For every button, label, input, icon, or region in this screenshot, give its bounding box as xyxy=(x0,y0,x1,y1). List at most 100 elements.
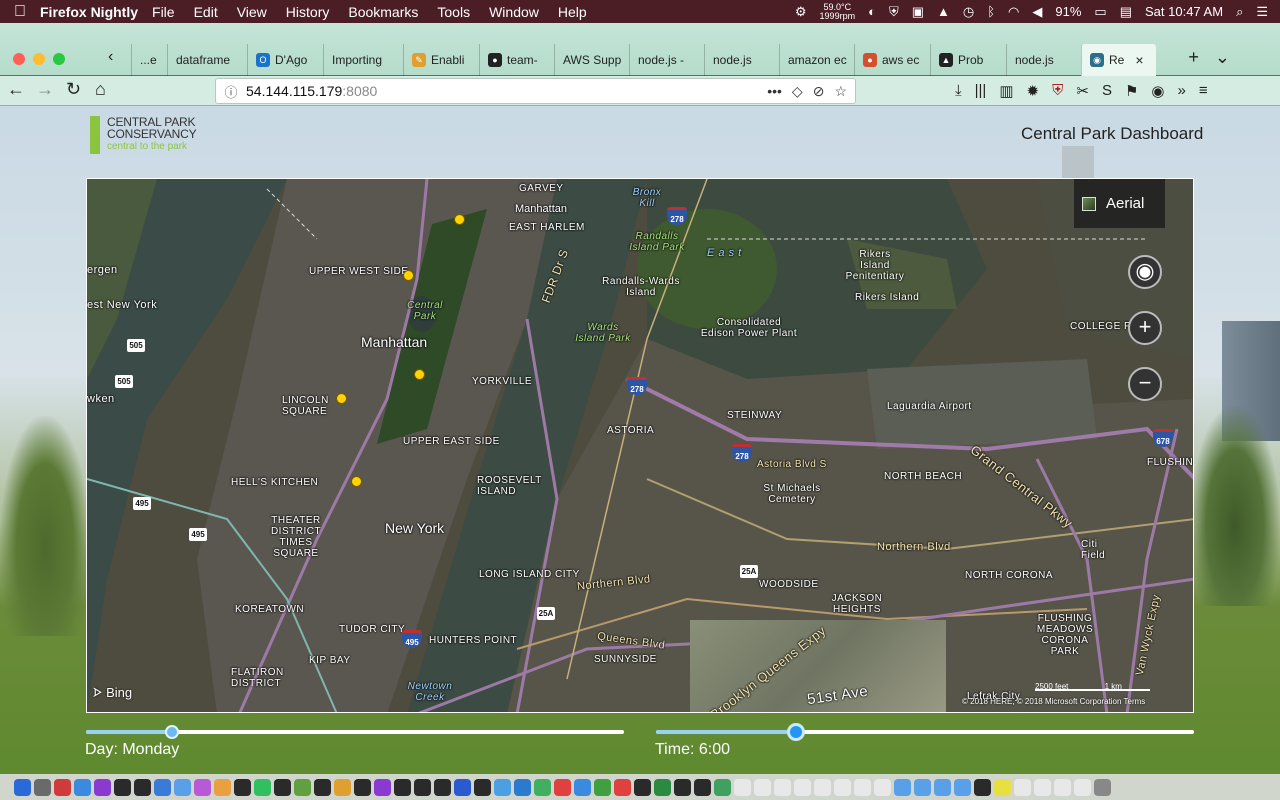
menu-view[interactable]: View xyxy=(237,4,267,20)
cpu-monitor-icon[interactable]: ⚙ xyxy=(795,4,807,20)
dock-app-icon[interactable] xyxy=(254,778,271,796)
dock-app-icon[interactable] xyxy=(854,778,871,796)
dock-app-icon[interactable] xyxy=(374,778,391,796)
bluetooth-icon[interactable]: ᛒ xyxy=(987,4,995,19)
extension-badge-icon[interactable]: ⚑ xyxy=(1125,82,1138,100)
dock-app-icon[interactable] xyxy=(1014,778,1031,796)
menu-bookmarks[interactable]: Bookmarks xyxy=(348,4,418,20)
tab-close-icon[interactable]: × xyxy=(1135,52,1143,68)
sensor-pin[interactable] xyxy=(454,214,465,225)
dock-app-icon[interactable] xyxy=(654,778,671,796)
dock-app-icon[interactable] xyxy=(354,778,371,796)
menu-tools[interactable]: Tools xyxy=(437,4,470,20)
new-tab-icon[interactable]: + xyxy=(1188,47,1199,68)
dock-app-icon[interactable] xyxy=(734,778,751,796)
notification-center-icon[interactable]: ☰ xyxy=(1256,4,1268,20)
dock-app-icon[interactable] xyxy=(314,778,331,796)
dock-app-icon[interactable] xyxy=(134,778,151,796)
battery-percent[interactable]: 91% xyxy=(1055,4,1081,19)
docker-icon[interactable]: ▣ xyxy=(912,4,924,20)
spotlight-search-icon[interactable]: ⌕ xyxy=(1236,4,1243,20)
tab[interactable]: ◉ Re × xyxy=(1081,44,1156,76)
dock-app-icon[interactable] xyxy=(634,778,651,796)
pocket-icon[interactable]: ◇ xyxy=(792,83,803,100)
dock-app-icon[interactable] xyxy=(1034,778,1051,796)
dock-app-icon[interactable] xyxy=(754,778,771,796)
tab[interactable]: ● team- xyxy=(479,44,554,76)
dock-app-icon[interactable] xyxy=(434,778,451,796)
dock-app-icon[interactable] xyxy=(934,778,951,796)
dock-app-icon[interactable] xyxy=(994,778,1011,796)
sidebar-icon[interactable]: ▥ xyxy=(999,82,1013,100)
library-icon[interactable]: ||| xyxy=(975,82,987,100)
dock-app-icon[interactable] xyxy=(514,778,531,796)
menu-edit[interactable]: Edit xyxy=(194,4,218,20)
dock-app-icon[interactable] xyxy=(274,778,291,796)
dock-app-icon[interactable] xyxy=(14,778,31,796)
dock-app-icon[interactable] xyxy=(194,778,211,796)
tracking-icon[interactable]: ⊘ xyxy=(813,83,825,100)
tab[interactable]: node.js xyxy=(704,44,779,76)
battery-icon[interactable]: ▭ xyxy=(1094,4,1106,20)
page-actions-icon[interactable]: ••• xyxy=(767,83,782,100)
dock-app-icon[interactable] xyxy=(54,778,71,796)
volume-icon[interactable]: ◀ xyxy=(1032,4,1042,20)
tab[interactable]: ● aws ec xyxy=(854,44,930,76)
tab[interactable]: O D'Ago xyxy=(247,44,323,76)
dock-app-icon[interactable] xyxy=(974,778,991,796)
tab[interactable]: ▲ Prob xyxy=(930,44,1006,76)
dock-app-icon[interactable] xyxy=(334,778,351,796)
sensor-pin[interactable] xyxy=(414,369,425,380)
dock-app-icon[interactable] xyxy=(294,778,311,796)
dock-app-icon[interactable] xyxy=(454,778,471,796)
dock-app-icon[interactable] xyxy=(554,778,571,796)
dock-app-icon[interactable] xyxy=(794,778,811,796)
tab-list-chevron-icon[interactable]: ⌄ xyxy=(1215,47,1230,68)
dock-app-icon[interactable] xyxy=(474,778,491,796)
map-copyright[interactable]: © 2018 HERE, © 2018 Microsoft Corporatio… xyxy=(962,697,1145,706)
hamburger-menu-icon[interactable]: ≡ xyxy=(1199,82,1208,100)
downloads-icon[interactable]: ⤓ xyxy=(955,82,962,100)
status-icon[interactable]: ◐ xyxy=(868,4,876,19)
menu-window[interactable]: Window xyxy=(489,4,539,20)
dock-app-icon[interactable] xyxy=(1074,778,1091,796)
temperature-readout[interactable]: 59.0°C 1999rpm xyxy=(820,2,856,21)
dock-app-icon[interactable] xyxy=(814,778,831,796)
zoom-in-button[interactable]: + xyxy=(1128,311,1162,345)
dock-app-icon[interactable] xyxy=(114,778,131,796)
dock-app-icon[interactable] xyxy=(154,778,171,796)
minimize-window-button[interactable] xyxy=(33,53,45,65)
s-extension-icon[interactable]: S xyxy=(1102,82,1112,100)
zoom-window-button[interactable] xyxy=(53,53,65,65)
time-machine-icon[interactable]: ◷ xyxy=(963,4,974,20)
dock-app-icon[interactable] xyxy=(174,778,191,796)
dock-app-icon[interactable] xyxy=(774,778,791,796)
bookmark-star-icon[interactable]: ☆ xyxy=(834,83,847,100)
tab[interactable]: amazon ec xyxy=(779,44,854,76)
dock-app-icon[interactable] xyxy=(834,778,851,796)
tab[interactable]: dataframe xyxy=(167,44,247,76)
close-window-button[interactable] xyxy=(13,53,25,65)
overflow-chevron-icon[interactable]: » xyxy=(1178,82,1186,100)
tab[interactable]: AWS Supp xyxy=(554,44,629,76)
back-arrow-icon[interactable]: ← xyxy=(7,79,25,100)
dock-app-icon[interactable] xyxy=(1094,778,1111,796)
dock-app-icon[interactable] xyxy=(674,778,691,796)
dock-app-icon[interactable] xyxy=(34,778,51,796)
dock-app-icon[interactable] xyxy=(614,778,631,796)
shield-icon[interactable]: ⛨ xyxy=(889,4,899,20)
dock-app-icon[interactable] xyxy=(394,778,411,796)
dock-app-icon[interactable] xyxy=(234,778,251,796)
sensor-pin[interactable] xyxy=(403,270,414,281)
tab[interactable]: ...e xyxy=(131,44,167,76)
day-slider-handle[interactable] xyxy=(165,725,180,739)
app-menu[interactable]: Firefox Nightly xyxy=(40,4,138,20)
dock-app-icon[interactable] xyxy=(914,778,931,796)
dock-app-icon[interactable] xyxy=(874,778,891,796)
dock-app-icon[interactable] xyxy=(414,778,431,796)
wifi-icon[interactable]: ◠ xyxy=(1008,4,1019,20)
tab[interactable]: ✎ Enabli xyxy=(403,44,479,76)
dock-app-icon[interactable] xyxy=(714,778,731,796)
time-slider-handle[interactable] xyxy=(786,723,805,741)
tab[interactable]: Importing xyxy=(323,44,403,76)
